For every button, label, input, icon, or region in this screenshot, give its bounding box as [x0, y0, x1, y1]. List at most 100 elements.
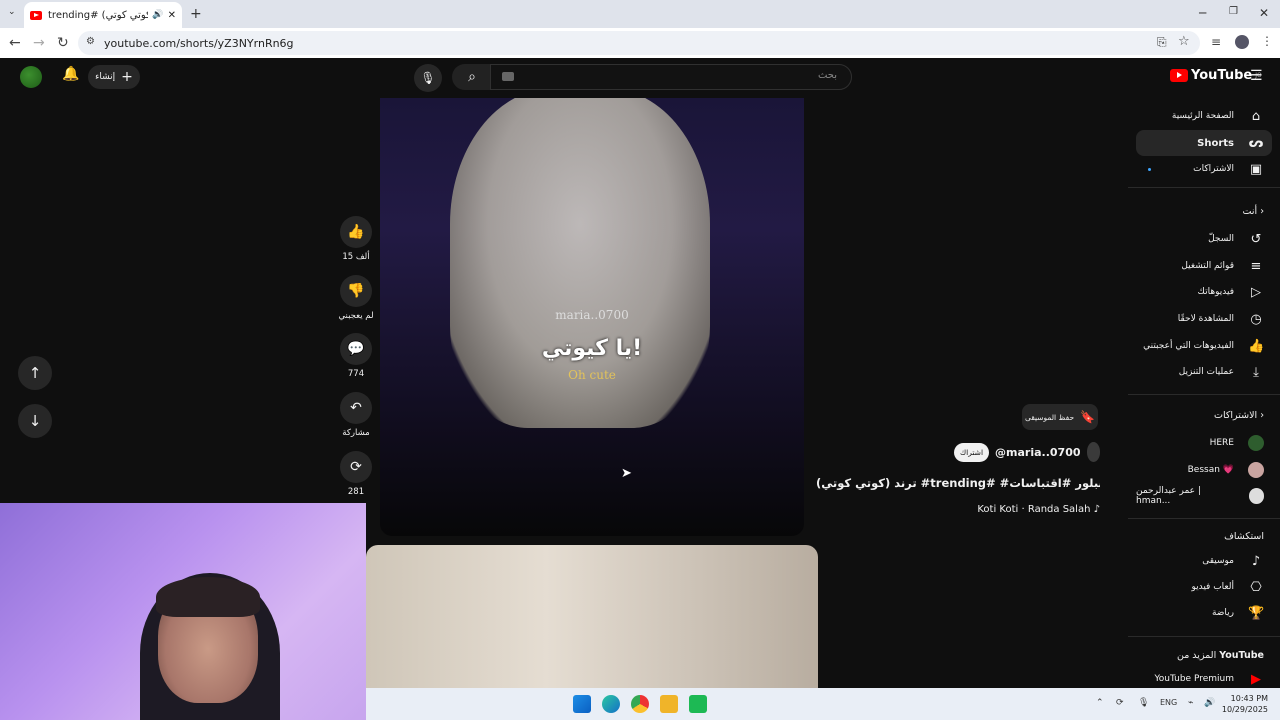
music-attribution[interactable]: Koti Koti · Randa Salah ♪ [900, 504, 1100, 515]
notifications-bell-icon[interactable]: 🔔 [62, 66, 79, 82]
sidebar-item-downloads[interactable]: عمليات التنزيل ⤓ [1136, 359, 1272, 385]
remix-icon: ⟳ [340, 451, 372, 483]
more-heading-prefix: المزيد من [1176, 650, 1217, 661]
tab-audio-icon[interactable]: 🔊 [152, 10, 163, 20]
tray-mic-icon[interactable]: 🎙 [1138, 698, 1149, 708]
sidebar-item-label: عمر عبدالرحمن | hman... [1136, 486, 1201, 506]
install-app-icon[interactable]: ⎘ [1157, 35, 1167, 50]
volume-icon[interactable]: 🔊 [1204, 698, 1215, 708]
sidebar-item-watch-later[interactable]: المشاهدة لاحقًا ◷ [1136, 306, 1272, 332]
browser-tab[interactable]: trending# ترند (كوتي كوتي) 🔊 ✕ [24, 2, 182, 28]
channel-avatar [1248, 488, 1264, 504]
app-icon[interactable] [689, 695, 707, 713]
omnibox[interactable]: youtube.com/shorts/yZ3NYrnRn6g [78, 31, 1200, 55]
section-heading-text: أنت [1242, 206, 1258, 217]
liked-icon: 👍 [1248, 338, 1265, 354]
tab-close-icon[interactable]: ✕ [168, 10, 176, 21]
site-info-icon[interactable]: ⚙ [86, 36, 95, 47]
watch-later-icon: ◷ [1250, 311, 1262, 327]
sidebar-subscription-item[interactable]: عمر عبدالرحمن | hman... [1136, 483, 1272, 509]
you-section-heading[interactable]: أنت › [1243, 206, 1264, 217]
gaming-icon: ⎔ [1250, 579, 1262, 595]
sidebar-item-liked[interactable]: الفيديوهات التي أعجبتني 👍 [1136, 333, 1272, 359]
taskbar-clock[interactable]: 10:43 PM 10/29/2025 [1222, 693, 1268, 715]
sidebar-item-your-videos[interactable]: فيديوهاتك ▷ [1136, 279, 1272, 305]
share-button[interactable]: ↶ مشاركة [336, 392, 376, 438]
save-music-button[interactable]: حفظ الموسيقى 🔖 [1022, 404, 1098, 430]
sidebar-subscription-item[interactable]: Bessan 💗 [1136, 457, 1272, 483]
restore-button[interactable]: ❐ [1229, 6, 1238, 17]
shorts-video-player[interactable]: maria..0700 يا كيوتي! Oh cute [380, 98, 804, 536]
dislike-button[interactable]: 👎 لم يعجبني [336, 275, 376, 321]
section-heading-text: الاشتراكات [1214, 410, 1258, 421]
sidebar-item-home[interactable]: الصفحة الرئيسية ⌂ [1136, 103, 1272, 129]
sidebar-item-sports[interactable]: رياضة 🏆 [1136, 600, 1272, 626]
edge-icon[interactable] [602, 695, 620, 713]
back-icon[interactable]: ← [9, 35, 21, 51]
next-short-button[interactable]: ↓ [18, 404, 52, 438]
channel-avatar[interactable] [1086, 442, 1100, 462]
chrome-icon[interactable] [631, 695, 649, 713]
channel-handle[interactable]: @maria..0700 [995, 446, 1080, 459]
sidebar-item-shorts[interactable]: Shorts ᔕ [1136, 130, 1272, 156]
bookmark-icon: 🔖 [1080, 410, 1096, 424]
search-input[interactable]: بحث [490, 64, 852, 90]
arrow-down-icon: ↓ [28, 412, 42, 430]
browser-menu-icon[interactable]: ⋮ [1261, 34, 1273, 48]
comment-count: 774 [347, 369, 365, 379]
sidebar-item-subscriptions[interactable]: الاشتراكات ▣ [1136, 156, 1272, 182]
subscriptions-section-heading[interactable]: الاشتراكات › [1214, 410, 1264, 421]
file-explorer-icon[interactable] [660, 695, 678, 713]
new-tab-button[interactable]: + [190, 6, 202, 22]
guide-sidebar: الصفحة الرئيسية ⌂ Shorts ᔕ الاشتراكات ▣ … [1128, 96, 1280, 688]
sidebar-subscription-item[interactable]: HERE [1136, 430, 1272, 456]
like-button[interactable]: 👍 15 ألف [336, 216, 376, 262]
remix-button[interactable]: ⟳ 281 [336, 451, 376, 497]
previous-short-button[interactable]: ↑ [18, 356, 52, 390]
sidebar-item-gaming[interactable]: ألعاب فيديو ⎔ [1136, 574, 1272, 600]
keyboard-icon[interactable] [502, 72, 514, 81]
create-button[interactable]: إنشاء + [88, 65, 140, 89]
close-window-button[interactable]: ✕ [1259, 6, 1269, 20]
account-avatar[interactable] [20, 66, 42, 88]
comments-button[interactable]: 💬 774 [336, 333, 376, 379]
sidebar-item-label: الصفحة الرئيسية [1171, 111, 1234, 121]
reload-icon[interactable]: ↻ [57, 35, 69, 51]
youtube-logo[interactable]: YouTube JO [1170, 68, 1262, 83]
sidebar-item-playlists[interactable]: قوائم التشغيل ≡ [1136, 253, 1272, 279]
language-indicator[interactable]: ENG [1160, 698, 1177, 707]
tray-app-icon[interactable]: ⟳ [1116, 698, 1124, 708]
browser-tab-strip: ⌄ trending# ترند (كوتي كوتي) 🔊 ✕ + ─ ❐ ✕ [0, 0, 1280, 28]
guide-menu-icon[interactable]: ☰ [1250, 68, 1263, 84]
youtube-logo-text: YouTube [1191, 68, 1253, 83]
sidebar-item-music[interactable]: موسيقى ♪ [1136, 548, 1272, 574]
sidebar-item-label: الاشتراكات [1193, 164, 1234, 174]
tab-list-dropdown-icon[interactable]: ⌄ [8, 7, 16, 17]
tray-overflow-icon[interactable]: ⌃ [1096, 698, 1104, 708]
history-icon: ↺ [1250, 231, 1262, 247]
channel-row: اشتراك @maria..0700 [954, 440, 1100, 464]
profile-avatar-icon[interactable] [1235, 35, 1249, 49]
voice-search-mic-icon[interactable]: 🎙 [414, 64, 442, 92]
minimize-button[interactable]: ─ [1199, 6, 1206, 20]
bookmark-star-icon[interactable]: ☆ [1178, 34, 1190, 49]
channel-avatar [1248, 462, 1264, 478]
subscribe-button[interactable]: اشتراك [954, 442, 990, 462]
mouse-cursor-icon: ➤ [621, 466, 632, 481]
windows-taskbar: ⌃ ⟳ 🎙 ENG ⌁ 🔊 10:43 PM 10/29/2025 [366, 688, 1280, 720]
sidebar-divider [1128, 187, 1280, 188]
windows-start-icon[interactable] [573, 695, 591, 713]
comment-icon: 💬 [340, 333, 372, 365]
short-title[interactable]: ترند (كوتي كوتي) #trending# #اكسبلور #اق… [816, 476, 1100, 490]
sidebar-item-history[interactable]: السجلّ ↺ [1136, 226, 1272, 252]
thumbs-down-icon: 👎 [340, 275, 372, 307]
next-short-preview[interactable] [366, 545, 818, 688]
video-watermark: maria..0700 [555, 308, 629, 322]
media-controls-icon[interactable]: ≡ [1211, 35, 1221, 49]
sidebar-item-label: Shorts [1197, 137, 1234, 149]
forward-icon[interactable]: → [33, 35, 45, 51]
search-icon[interactable]: ⌕ [452, 64, 492, 90]
network-icon[interactable]: ⌁ [1188, 698, 1193, 708]
download-icon: ⤓ [1253, 364, 1259, 380]
sidebar-item-label: الفيديوهات التي أعجبتني [1143, 341, 1234, 351]
